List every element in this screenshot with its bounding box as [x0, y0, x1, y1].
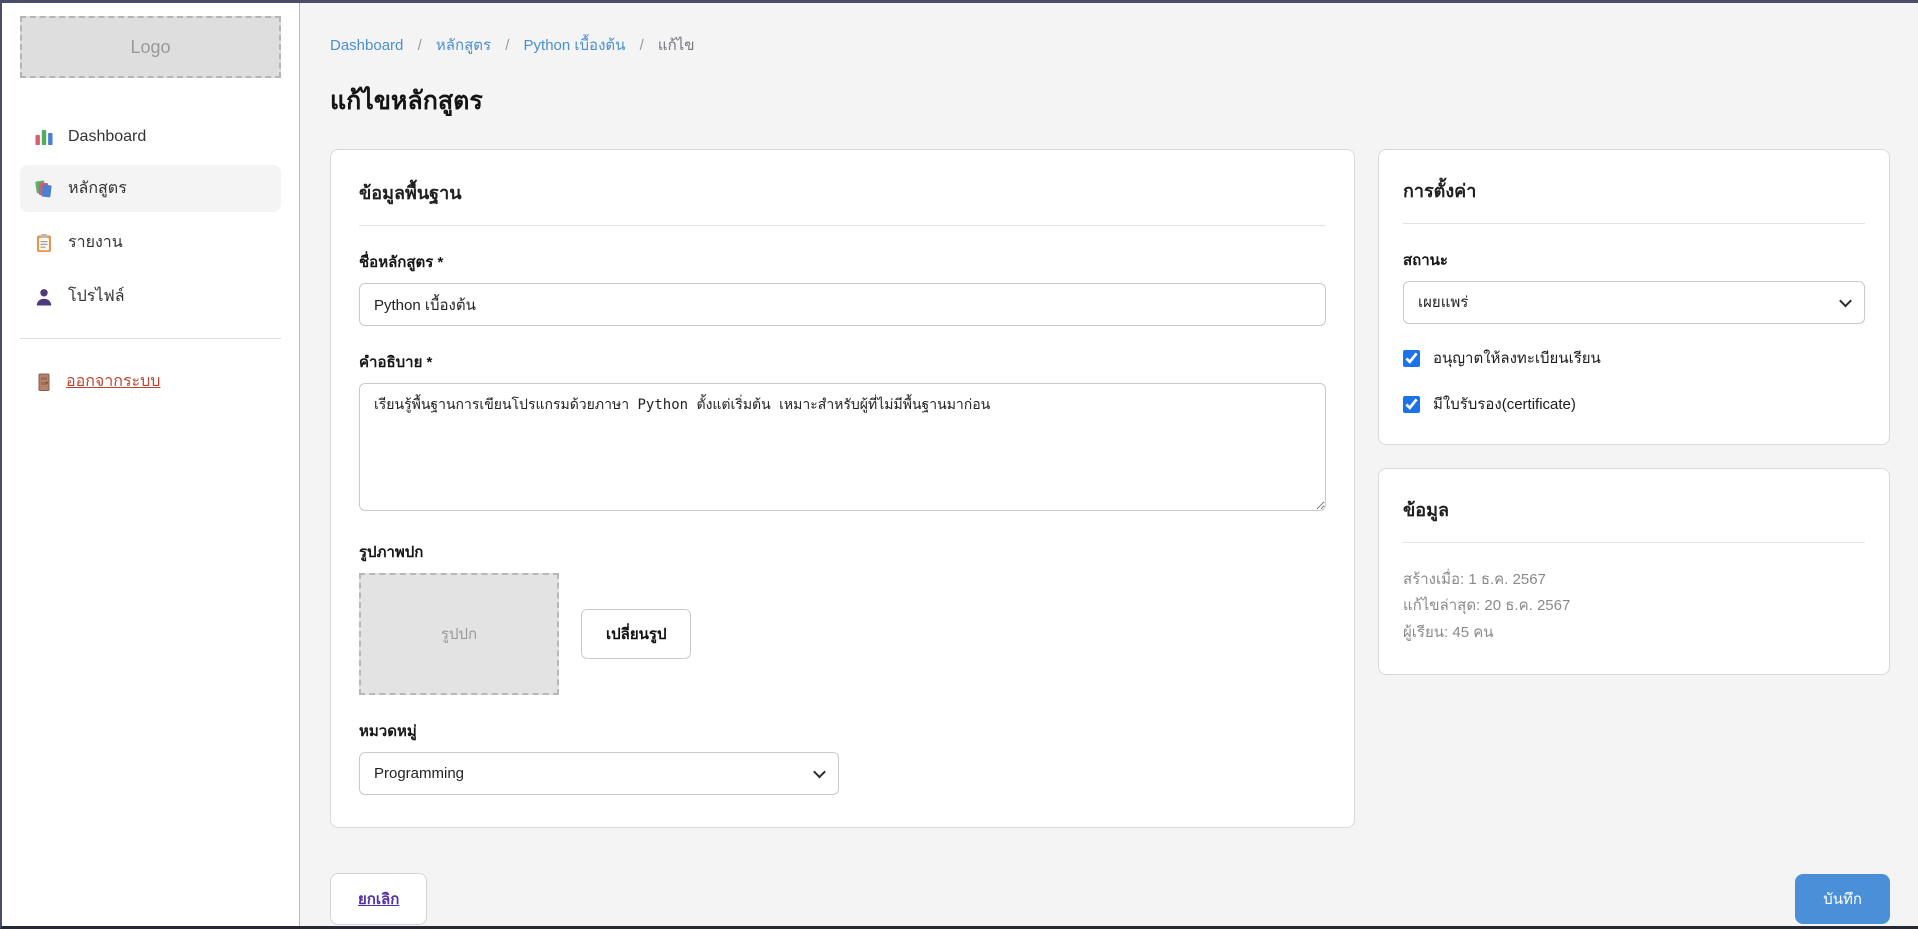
info-updated-line: แก้ไขล่าสุด: 20 ธ.ค. 2567 [1403, 593, 1865, 619]
right-column: การตั้งค่า สถานะ เผยแพร่ อนุญาตให้ลงทะเบ… [1378, 149, 1890, 675]
certificate-checkbox[interactable] [1403, 396, 1420, 413]
course-name-input[interactable] [359, 283, 1326, 326]
logout-label: ออกจากระบบ [66, 369, 160, 394]
logo: Logo [20, 16, 281, 78]
logo-text: Logo [130, 37, 170, 58]
sidebar-item-label: หลักสูตร [68, 176, 127, 201]
books-icon [34, 179, 54, 199]
main-content: Dashboard / หลักสูตร / Python เบื้องต้น … [300, 3, 1918, 926]
sidebar-item-label: Dashboard [68, 128, 146, 146]
status-label: สถานะ [1403, 248, 1865, 272]
category-select[interactable]: Programming [359, 752, 839, 795]
allow-enrollment-label: อนุญาตให้ลงทะเบียนเรียน [1433, 346, 1601, 370]
clipboard-icon [34, 233, 54, 253]
certificate-checkbox-row[interactable]: มีใบรับรอง(certificate) [1403, 392, 1865, 416]
person-icon [34, 287, 54, 307]
breadcrumb-separator: / [505, 37, 509, 54]
content-columns: ข้อมูลพื้นฐาน ชื่อหลักสูตร * คำอธิบาย * … [330, 149, 1890, 828]
cover-image-field-group: รูปภาพปก รูปปก เปลี่ยนรูป [359, 540, 1326, 695]
bar-chart-icon [34, 127, 54, 147]
breadcrumb-separator: / [640, 37, 644, 54]
allow-enrollment-checkbox-row[interactable]: อนุญาตให้ลงทะเบียนเรียน [1403, 346, 1865, 370]
cover-image-row: รูปปก เปลี่ยนรูป [359, 573, 1326, 695]
info-created-line: สร้างเมื่อ: 1 ธ.ค. 2567 [1403, 567, 1865, 593]
course-name-label: ชื่อหลักสูตร * [359, 250, 1326, 274]
cover-image-placeholder: รูปปก [359, 573, 559, 695]
description-field-group: คำอธิบาย * เรียนรู้พื้นฐานการเขียนโปรแกร… [359, 350, 1326, 516]
category-label: หมวดหมู่ [359, 719, 1326, 743]
app-window: Logo Dashboard [0, 0, 1918, 929]
info-card: ข้อมูล สร้างเมื่อ: 1 ธ.ค. 2567 แก้ไขล่าส… [1378, 468, 1890, 675]
sidebar-item-label: รายงาน [68, 230, 123, 255]
settings-card: การตั้งค่า สถานะ เผยแพร่ อนุญาตให้ลงทะเบ… [1378, 149, 1890, 445]
status-select-wrap: เผยแพร่ [1403, 281, 1865, 324]
description-label: คำอธิบาย * [359, 350, 1326, 374]
breadcrumb-link-course[interactable]: Python เบื้องต้น [524, 37, 626, 54]
sidebar-item-dashboard[interactable]: Dashboard [20, 116, 281, 158]
sidebar-item-label: โปรไฟล์ [68, 284, 125, 309]
cover-placeholder-text: รูปปก [441, 622, 477, 646]
sidebar-item-courses[interactable]: หลักสูตร [20, 165, 281, 212]
save-button[interactable]: บันทึก [1795, 874, 1890, 924]
breadcrumb-separator: / [418, 37, 422, 54]
cancel-button[interactable]: ยกเลิก [330, 873, 427, 925]
category-select-wrap: Programming [359, 752, 839, 795]
logout-link[interactable]: ออกจากระบบ [20, 369, 281, 394]
change-image-button[interactable]: เปลี่ยนรูป [581, 609, 691, 659]
course-name-field-group: ชื่อหลักสูตร * [359, 250, 1326, 326]
allow-enrollment-checkbox[interactable] [1403, 350, 1420, 367]
status-field-group: สถานะ เผยแพร่ [1403, 248, 1865, 324]
cover-image-label: รูปภาพปก [359, 540, 1326, 564]
description-textarea[interactable]: เรียนรู้พื้นฐานการเขียนโปรแกรมด้วยภาษา P… [359, 383, 1326, 511]
sidebar-item-reports[interactable]: รายงาน [20, 219, 281, 266]
basic-info-card: ข้อมูลพื้นฐาน ชื่อหลักสูตร * คำอธิบาย * … [330, 149, 1355, 828]
status-select[interactable]: เผยแพร่ [1403, 281, 1865, 324]
page-title: แก้ไขหลักสูตร [330, 81, 1890, 121]
sidebar-divider [20, 338, 281, 339]
breadcrumb-current: แก้ไข [658, 37, 695, 54]
form-actions: ยกเลิก บันทึก [330, 873, 1890, 925]
sidebar: Logo Dashboard [2, 3, 300, 926]
category-field-group: หมวดหมู่ Programming [359, 719, 1326, 795]
settings-card-title: การตั้งค่า [1403, 172, 1865, 224]
info-students-line: ผู้เรียน: 45 คน [1403, 620, 1865, 646]
certificate-label: มีใบรับรอง(certificate) [1433, 392, 1576, 416]
basic-info-card-title: ข้อมูลพื้นฐาน [359, 174, 1326, 226]
door-icon [34, 372, 54, 392]
sidebar-item-profile[interactable]: โปรไฟล์ [20, 273, 281, 320]
info-card-title: ข้อมูล [1403, 491, 1865, 543]
sidebar-nav: Dashboard หลักสูตร [20, 116, 281, 320]
breadcrumb-link-dashboard[interactable]: Dashboard [330, 37, 403, 54]
breadcrumb: Dashboard / หลักสูตร / Python เบื้องต้น … [330, 33, 1890, 57]
breadcrumb-link-courses[interactable]: หลักสูตร [436, 37, 491, 54]
